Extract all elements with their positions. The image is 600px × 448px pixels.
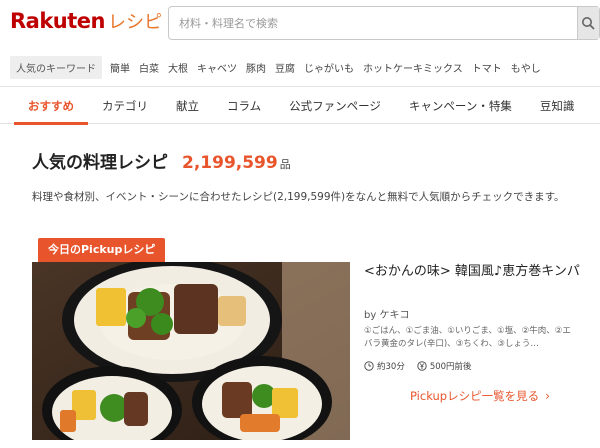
yen-coin-icon bbox=[417, 361, 427, 371]
logo-sub: レシピ bbox=[108, 12, 162, 33]
keyword-link[interactable]: 豆腐 bbox=[275, 60, 295, 75]
page-title: 人気の料理レシピ bbox=[32, 153, 168, 173]
logo-main: Rakuten bbox=[10, 9, 106, 33]
recipe-time: 約30分 bbox=[364, 360, 405, 372]
recipe-ingredients: ①ごはん、①ごま油、①いりごま、①塩、②牛肉、②エバラ黄金のタレ(辛口)、③ちく… bbox=[364, 326, 571, 349]
pickup-badge: 今日のPickupレシピ bbox=[38, 238, 166, 262]
header: Rakuten レシピ bbox=[0, 0, 600, 46]
kimbap-image bbox=[32, 262, 350, 440]
recipe-count: 2,199,599 bbox=[182, 153, 278, 173]
author-prefix: by bbox=[364, 310, 377, 321]
recipe-meta: 約30分 500円前後 bbox=[364, 360, 484, 372]
search-box bbox=[168, 6, 600, 40]
clock-icon bbox=[364, 361, 374, 371]
search-button[interactable] bbox=[577, 7, 599, 39]
keyword-link[interactable]: キャベツ bbox=[197, 60, 237, 75]
keywords-label: 人気のキーワード bbox=[10, 55, 102, 79]
tab-column[interactable]: コラム bbox=[213, 87, 275, 125]
popular-keywords: 人気のキーワード 簡単 白菜 大根 キャベツ 豚肉 豆腐 じゃがいも ホットケー… bbox=[10, 55, 550, 79]
main-nav: おすすめ カテゴリ 献立 コラム 公式ファンページ キャンペーン・特集 豆知識 bbox=[0, 86, 600, 125]
search-icon bbox=[582, 17, 595, 30]
tab-official-fanpage[interactable]: 公式ファンページ bbox=[275, 87, 395, 125]
keyword-link[interactable]: 大根 bbox=[168, 60, 188, 75]
tab-recommended[interactable]: おすすめ bbox=[14, 87, 88, 125]
tab-category[interactable]: カテゴリ bbox=[88, 87, 162, 125]
chevron-right-icon: › bbox=[545, 389, 550, 403]
recipe-author[interactable]: by ケキコ bbox=[364, 306, 409, 321]
keyword-link[interactable]: 簡単 bbox=[110, 60, 130, 75]
keyword-link[interactable]: 豚肉 bbox=[246, 60, 266, 75]
page-description: 料理や食材別、イベント・シーンに合わせたレシピ(2,199,599件)をなんと無… bbox=[32, 191, 565, 203]
tab-menu[interactable]: 献立 bbox=[162, 87, 213, 125]
tab-tips[interactable]: 豆知識 bbox=[526, 87, 589, 125]
pickup-recipe-title[interactable]: <おかんの味> 韓国風♪恵方巻キンパ bbox=[364, 262, 584, 282]
recipe-cost-value: 500円前後 bbox=[429, 362, 472, 372]
pickup-list-link-label: Pickupレシピ一覧を見る bbox=[410, 389, 540, 403]
keyword-link[interactable]: じゃがいも bbox=[304, 60, 354, 75]
keyword-link[interactable]: 白菜 bbox=[139, 60, 159, 75]
recipe-photo[interactable] bbox=[32, 262, 350, 440]
author-name: ケキコ bbox=[379, 310, 410, 321]
keyword-link[interactable]: トマト bbox=[472, 60, 502, 75]
tab-campaign[interactable]: キャンペーン・特集 bbox=[395, 87, 526, 125]
keyword-link[interactable]: もやし bbox=[511, 60, 541, 75]
pickup-list-link[interactable]: Pickupレシピ一覧を見る › bbox=[410, 388, 550, 404]
page-title-row: 人気の料理レシピ 2,199,599 品 bbox=[32, 148, 291, 173]
recipe-cost: 500円前後 bbox=[417, 360, 472, 372]
keyword-link[interactable]: ホットケーキミックス bbox=[363, 60, 463, 75]
recipe-time-value: 約30分 bbox=[377, 362, 405, 372]
search-input[interactable] bbox=[179, 14, 559, 32]
recipe-count-unit: 品 bbox=[279, 158, 291, 171]
rakuten-recipe-logo[interactable]: Rakuten レシピ bbox=[10, 8, 162, 36]
